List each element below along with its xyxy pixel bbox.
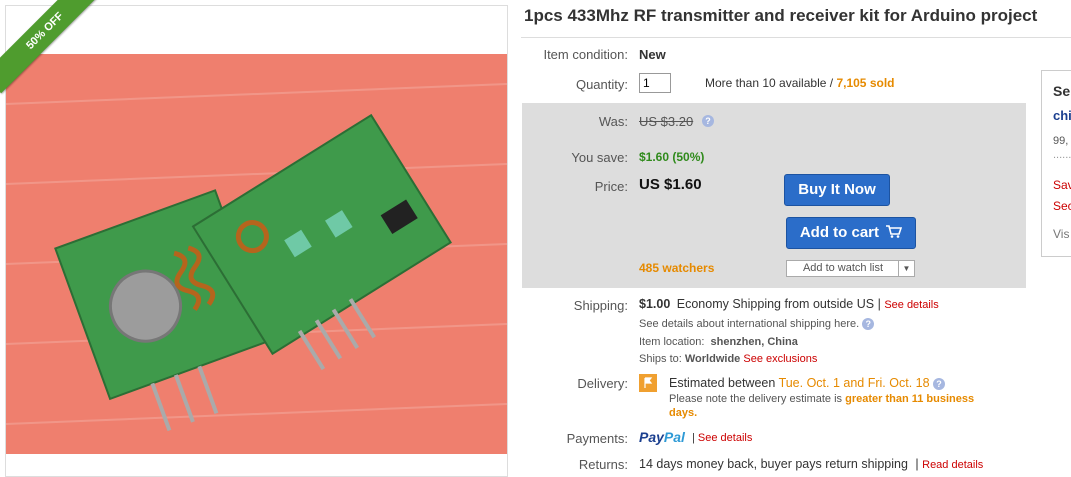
price-value: US $1.60: [639, 176, 702, 193]
delivery-note-text: Please note the delivery estimate is: [669, 393, 843, 405]
availability-divider: /: [829, 76, 834, 90]
seller-dots: .......: [1053, 149, 1071, 161]
price-label: Price:: [594, 179, 628, 194]
item-location: Item location: shenzhen, China: [639, 336, 798, 348]
chevron-down-icon[interactable]: ▼: [898, 261, 914, 276]
save-seller-link[interactable]: Sav: [1053, 178, 1071, 192]
watchers-count: 485 watchers: [639, 261, 715, 275]
payments-divider: |: [692, 432, 695, 444]
international-shipping-info: See details about international shipping…: [639, 318, 875, 331]
shipping-divider: |: [877, 297, 881, 311]
help-icon[interactable]: ?: [702, 115, 714, 127]
watch-label: Add to watch list: [802, 262, 884, 274]
shipping-cost: $1.00: [639, 297, 671, 311]
available-text: More than 10 available: [705, 76, 827, 90]
quantity-input[interactable]: [639, 73, 671, 93]
seller-name-link[interactable]: chi: [1053, 108, 1071, 123]
estimated-text: Estimated between: [669, 376, 776, 390]
visit-store-link[interactable]: Vis: [1053, 227, 1069, 241]
shipping-see-details-link[interactable]: See details: [884, 299, 938, 311]
paypal-logo: PayPal: [639, 429, 685, 445]
see-other-items-link[interactable]: Sec: [1053, 199, 1071, 213]
payments-details: | See details: [692, 432, 752, 444]
paypal-logo-pal: Pal: [663, 429, 685, 445]
delivery-note-highlight: greater than 11 business: [845, 393, 975, 405]
delivery-note-end: days.: [669, 407, 698, 419]
see-exclusions-link[interactable]: See exclusions: [743, 353, 817, 365]
read-details-link[interactable]: Read details: [922, 459, 983, 471]
ships-to-value: Worldwide: [684, 353, 741, 365]
seller-panel: Se chi 99, ....... Sav Sec Vis: [1041, 70, 1071, 257]
delivery-label: Delivery:: [577, 376, 628, 391]
returns-label: Returns:: [578, 457, 628, 472]
price-box: [522, 103, 1026, 288]
payments-label: Payments:: [566, 431, 628, 446]
returns-policy: 14 days money back, buyer pays return sh…: [639, 457, 908, 471]
ships-to: Ships to: Worldwide See exclusions: [639, 353, 817, 365]
international-shipping-text[interactable]: See details about international shipping…: [639, 318, 859, 330]
product-image-panel: [5, 5, 508, 477]
cart-icon: [886, 225, 903, 238]
seller-heading: Se: [1053, 83, 1071, 99]
returns-line: 14 days money back, buyer pays return sh…: [639, 457, 983, 471]
condition-label: Item condition:: [543, 47, 628, 62]
was-price: US $3.20: [639, 114, 694, 129]
delivery-dates: Tue. Oct. 1 and Fri. Oct. 18: [778, 376, 930, 390]
shipping-method: Economy Shipping from outside US: [676, 297, 875, 311]
title-divider: [521, 37, 1071, 38]
payments-see-details-link[interactable]: See details: [698, 432, 752, 444]
product-photo[interactable]: [6, 54, 507, 454]
quantity-availability: More than 10 available / 7,105 sold: [705, 76, 894, 90]
you-save-label: You save:: [571, 150, 628, 165]
add-to-cart-button[interactable]: Add to cart: [786, 217, 916, 249]
help-icon[interactable]: ?: [933, 377, 946, 390]
was-label: Was:: [598, 114, 628, 129]
item-location-value: shenzhen, China: [710, 336, 798, 348]
you-save-value: $1.60 (50%): [639, 150, 705, 164]
seller-score: 99,: [1053, 135, 1069, 147]
item-location-label: Item location:: [639, 336, 705, 348]
shipping-label: Shipping:: [573, 298, 628, 313]
shipping-line: $1.00 Economy Shipping from outside US |…: [639, 297, 939, 311]
add-to-watch-list-button[interactable]: Add to watch list ▼: [786, 260, 915, 277]
product-title: 1pcs 433Mhz RF transmitter and receiver …: [524, 6, 1038, 25]
flag-icon: [639, 374, 657, 392]
paypal-logo-pay: Pay: [639, 429, 664, 445]
condition-value: New: [639, 47, 666, 62]
returns-divider: |: [915, 457, 919, 471]
sold-count[interactable]: 7,105 sold: [836, 76, 894, 90]
buy-it-now-button[interactable]: Buy It Now: [784, 174, 890, 206]
ships-to-label: Ships to:: [639, 353, 682, 365]
add-to-cart-label: Add to cart: [799, 224, 879, 241]
quantity-label: Quantity:: [575, 77, 628, 92]
help-icon[interactable]: ?: [862, 318, 875, 331]
delivery-note: Please note the delivery estimate is gre…: [669, 393, 974, 405]
delivery-estimate: Estimated between Tue. Oct. 1 and Fri. O…: [669, 376, 946, 390]
